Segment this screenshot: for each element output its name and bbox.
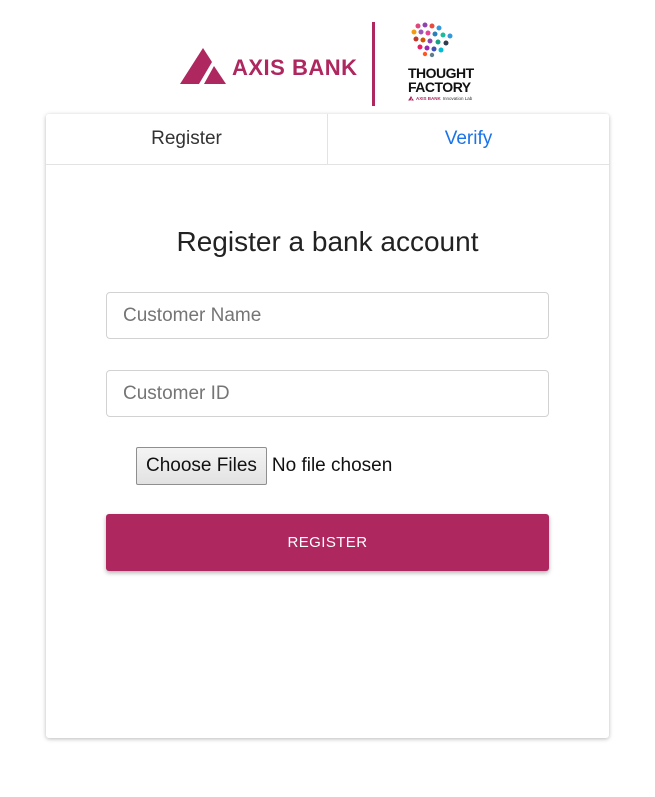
customer-id-input[interactable] (106, 370, 549, 417)
thought-factory-word-1: THOUGHT (408, 65, 474, 81)
customer-name-input[interactable] (106, 292, 549, 339)
thought-factory-logo: THOUGHT FACTORY AXIS BANK Innovation Lab (406, 22, 476, 106)
tab-verify[interactable]: Verify (328, 114, 609, 164)
brain-dots-icon (411, 22, 453, 58)
thought-factory-word-2: FACTORY (408, 79, 471, 95)
axis-bank-logo-icon (180, 48, 226, 84)
thought-factory-bank: AXIS BANK (416, 96, 441, 101)
file-upload: Choose Files No file chosen (136, 447, 392, 485)
axis-bank-mini-icon (408, 96, 414, 101)
tab-bar: Register Verify (46, 114, 609, 165)
thought-factory-tagline: Innovation Lab (442, 96, 473, 101)
axis-bank-logo: AXIS BANK (180, 48, 358, 88)
thought-factory-subtitle: AXIS BANK Innovation Lab (408, 96, 472, 101)
logo-divider (372, 22, 375, 106)
page: AXIS BANK THOUGHT FACTORY AXIS BANK Inno… (0, 0, 655, 797)
form-title: Register a bank account (176, 226, 479, 257)
axis-bank-wordmark: AXIS BANK (232, 55, 358, 80)
register-button[interactable]: REGISTER (106, 514, 549, 571)
file-status-text: No file chosen (271, 455, 393, 476)
logo-header: AXIS BANK THOUGHT FACTORY AXIS BANK Inno… (0, 18, 655, 110)
register-card: Register Verify Register a bank account … (46, 114, 609, 738)
choose-files-button[interactable]: Choose Files (136, 447, 267, 485)
tab-register[interactable]: Register (46, 114, 328, 164)
